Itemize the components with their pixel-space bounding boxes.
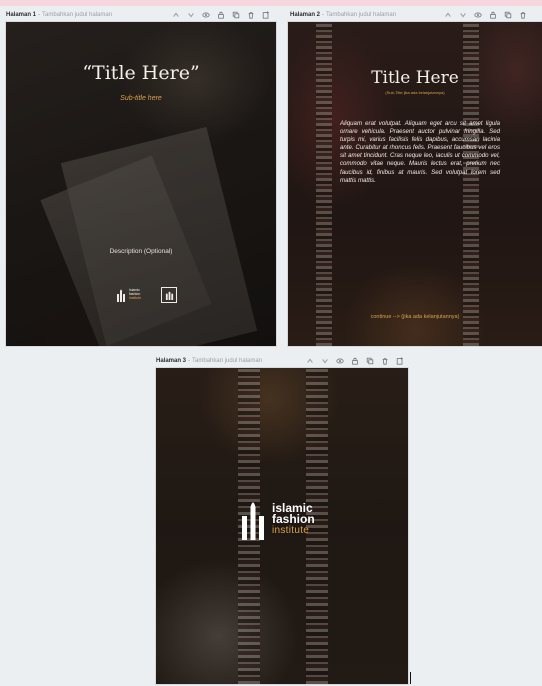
partner-logo-icon (165, 291, 173, 300)
logo-mark-icon (117, 289, 125, 302)
page-1-logos: Islamic fashion institute (116, 287, 178, 303)
top-strip (0, 0, 542, 6)
eye-icon[interactable] (202, 11, 210, 19)
page-1-canvas[interactable]: “Title Here” Sub-title here Description … (6, 22, 276, 346)
duplicate-icon[interactable] (232, 11, 240, 19)
page-2-title-input[interactable]: Tambahkan judul halaman (326, 12, 396, 18)
page-1-title-input[interactable]: Tambahkan judul halaman (42, 12, 112, 18)
islamic-fashion-institute-logo: Islamic fashion institute (116, 288, 141, 302)
lock-icon[interactable] (217, 11, 225, 19)
page-2-header: Halaman 2 - Tambahkan judul halaman (290, 12, 397, 18)
eye-icon[interactable] (474, 11, 482, 19)
lock-icon[interactable] (489, 11, 497, 19)
chevron-up-icon[interactable] (172, 11, 180, 19)
partner-logo (161, 287, 178, 303)
text-cursor (410, 672, 411, 684)
chevron-up-icon[interactable] (306, 357, 314, 365)
page-1-subtitle[interactable]: Sub-title here (6, 95, 276, 102)
add-page-icon[interactable] (396, 357, 404, 365)
duplicate-icon[interactable] (504, 11, 512, 19)
chevron-down-icon[interactable] (459, 11, 467, 19)
logo-mark-icon (242, 502, 264, 540)
lock-icon[interactable] (351, 357, 359, 365)
trash-icon[interactable] (519, 11, 527, 19)
trash-icon[interactable] (381, 357, 389, 365)
page-3-canvas[interactable]: islamic fashion institute (156, 368, 408, 684)
eye-icon[interactable] (336, 357, 344, 365)
page-1-title[interactable]: “Title Here” (6, 62, 276, 84)
page-2-subtitle[interactable]: (Sub-Title jika ada kelanjutannya) (288, 90, 542, 95)
page-3-header: Halaman 3 - Tambahkan judul halaman (156, 358, 263, 364)
chevron-down-icon[interactable] (187, 11, 195, 19)
page-1-toolbar (172, 8, 270, 22)
page-3-label: Halaman 3 (156, 358, 187, 364)
page-2-title[interactable]: Title Here (288, 68, 542, 88)
page-2-continue-text[interactable]: continue --> (jika ada kelanjutannya) (288, 314, 542, 320)
add-page-icon[interactable] (262, 11, 270, 19)
page-1-description[interactable]: Description (Optional) (6, 248, 276, 255)
page-2-label: Halaman 2 (290, 12, 321, 18)
chevron-up-icon[interactable] (444, 11, 452, 19)
page-2-canvas[interactable]: Title Here (Sub-Title jika ada kelanjuta… (288, 22, 542, 346)
islamic-fashion-institute-logo: islamic fashion institute (240, 498, 315, 540)
page-3-title-input[interactable]: Tambahkan judul halaman (192, 358, 262, 364)
page-2-body-text[interactable]: Aliquam erat volutpat. Aliquam eget arcu… (340, 120, 500, 185)
trash-icon[interactable] (247, 11, 255, 19)
page-1-header: Halaman 1 - Tambahkan judul halaman (6, 12, 113, 18)
duplicate-icon[interactable] (366, 357, 374, 365)
page-2-toolbar (444, 8, 527, 22)
chevron-down-icon[interactable] (321, 357, 329, 365)
page-1-label: Halaman 1 (6, 12, 37, 18)
page-3-toolbar (306, 354, 404, 368)
